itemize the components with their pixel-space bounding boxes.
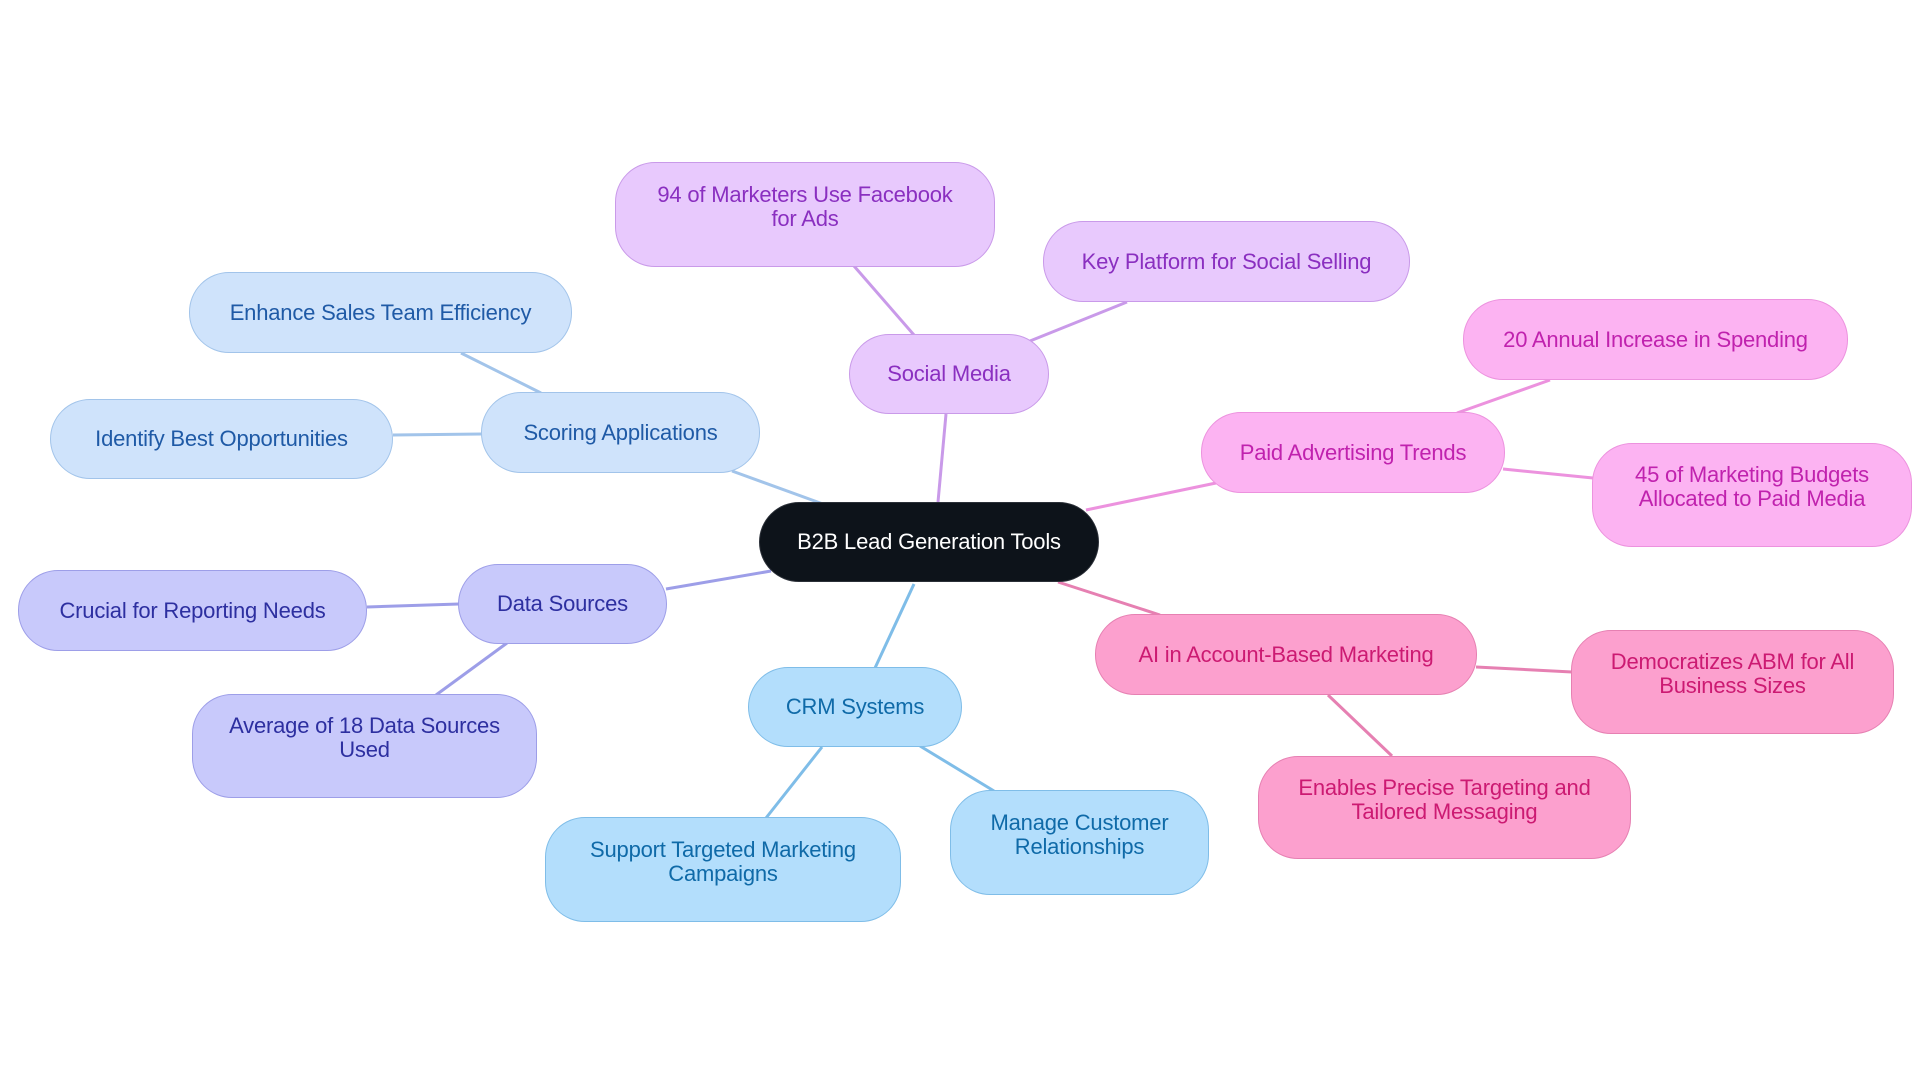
leaf-node-democratizes-abm[interactable]: Democratizes ABM for All Business Sizes [1571,630,1894,734]
edge-paid-1 [1456,378,1551,415]
edge-root-social [936,413,948,503]
leaf-node-support-targeted-marketing-campaigns[interactable]: Support Targeted Marketing Campaigns [545,817,901,922]
root-node[interactable]: B2B Lead Generation Tools [759,502,1099,582]
edge-abm-1 [1475,665,1573,674]
leaf-node-key-platform-social-selling[interactable]: Key Platform for Social Selling [1043,221,1410,302]
leaf-node-enhance-sales-team-efficiency[interactable]: Enhance Sales Team Efficiency [189,272,572,353]
branch-node-label: CRM Systems [785,694,925,719]
leaf-node-45-marketing-budgets-paid-media[interactable]: 45 of Marketing Budgets Allocated to Pai… [1592,443,1912,547]
branch-node-scoring-applications[interactable]: Scoring Applications [481,392,760,473]
edge-scoring-2 [392,432,483,437]
branch-node-ai-account-based-marketing[interactable]: AI in Account-Based Marketing [1095,614,1477,695]
edge-paid-2 [1502,467,1594,480]
edge-scoring-1 [460,351,542,395]
branch-node-data-sources[interactable]: Data Sources [458,564,667,644]
leaf-node-label-line-1: Enables Precise Targeting and [1298,774,1591,800]
leaf-node-identify-best-opportunities[interactable]: Identify Best Opportunities [50,399,393,479]
leaf-node-20-annual-increase-spending[interactable]: 20 Annual Increase in Spending [1463,299,1848,380]
leaf-node-label-line-2: Business Sizes [1659,673,1806,698]
edge-root-paid [1085,481,1217,512]
leaf-node-manage-customer-relationships[interactable]: Manage Customer Relationships [950,790,1209,895]
leaf-node-label-line-2: Allocated to Paid Media [1638,486,1866,511]
branch-node-label: AI in Account-Based Marketing [1138,641,1434,667]
edge-root-scoring [731,469,824,506]
leaf-node-label-line-1: Support Targeted Marketing [590,836,856,862]
leaf-node-label: Crucial for Reporting Needs [59,597,326,623]
edge-crm-2 [919,744,995,793]
edge-crm-1 [764,746,824,819]
leaf-node-label-line-2: Tailored Messaging [1351,798,1538,824]
leaf-node-label-line-1: Manage Customer [990,809,1169,835]
leaf-node-label-line-1: Democratizes ABM for All [1610,649,1855,674]
edge-abm-2 [1326,693,1394,758]
branch-node-label: Social Media [887,361,1011,386]
leaf-node-label-line-2: Campaigns [668,860,778,886]
branch-node-label: Scoring Applications [523,419,718,445]
leaf-node-label: 20 Annual Increase in Spending [1503,326,1808,352]
edge-root-abm [1057,580,1161,617]
leaf-node-enables-precise-targeting[interactable]: Enables Precise Targeting and Tailored M… [1258,756,1631,859]
leaf-node-average-18-data-sources[interactable]: Average of 18 Data Sources Used [192,694,537,798]
branch-node-social-media[interactable]: Social Media [849,334,1049,414]
leaf-node-label-line-1: 94 of Marketers Use Facebook [657,181,953,207]
leaf-node-label: Enhance Sales Team Efficiency [229,299,532,325]
leaf-node-label: Identify Best Opportunities [95,426,348,451]
edge-social-1 [852,265,916,336]
root-node-label: B2B Lead Generation Tools [797,529,1061,554]
leaf-node-label: Key Platform for Social Selling [1081,248,1372,274]
edge-root-data [665,569,772,591]
branch-node-paid-advertising-trends[interactable]: Paid Advertising Trends [1201,412,1505,493]
branch-node-label: Data Sources [497,591,628,616]
leaf-node-label-line-2: Relationships [1014,833,1145,859]
branch-node-label: Paid Advertising Trends [1239,439,1467,465]
edge-root-crm [873,583,916,669]
branch-node-crm-systems[interactable]: CRM Systems [748,667,962,747]
edge-social-2 [1029,300,1128,343]
leaf-node-label-line-2: Used [339,737,390,762]
leaf-node-label-line-1: 45 of Marketing Budgets [1635,462,1869,487]
leaf-node-label-line-2: for Ads [771,205,839,231]
edge-data-2 [435,641,508,697]
leaf-node-94-marketers-facebook-ads[interactable]: 94 of Marketers Use Facebook for Ads [615,162,995,267]
edge-data-1 [366,602,460,609]
leaf-node-label-line-1: Average of 18 Data Sources [229,713,500,738]
leaf-node-crucial-for-reporting-needs[interactable]: Crucial for Reporting Needs [18,570,367,651]
